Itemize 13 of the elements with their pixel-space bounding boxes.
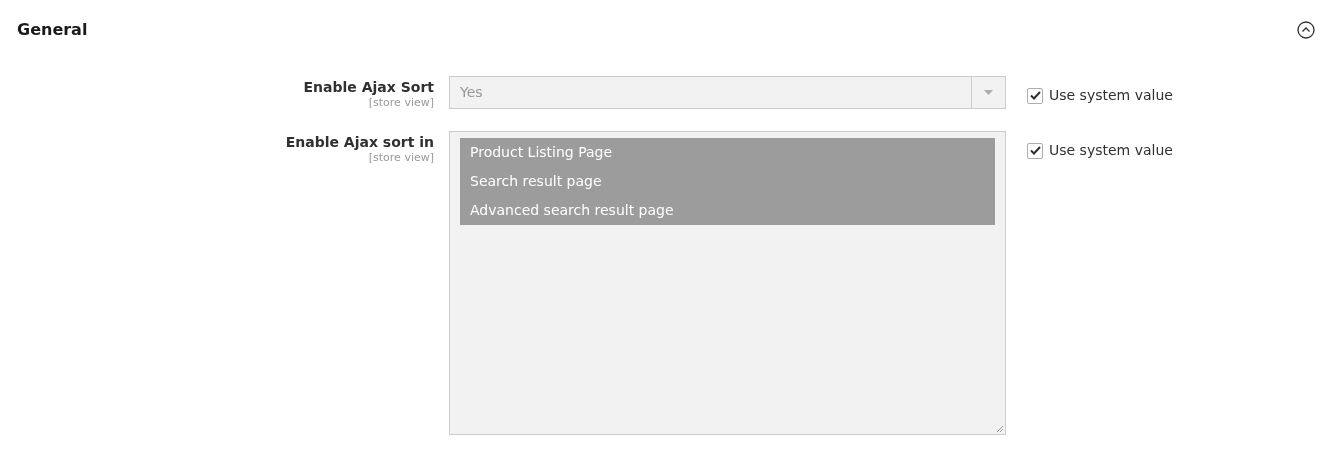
checkbox-label: Use system value [1049, 141, 1173, 160]
collapse-toggle[interactable] [1297, 21, 1315, 39]
caret-down-icon [984, 90, 993, 95]
field-label: Enable Ajax sort in [285, 133, 434, 151]
checkbox-label: Use system value [1049, 86, 1173, 105]
scope-label: [store view] [368, 151, 434, 164]
checkmark-icon [1029, 146, 1041, 155]
select-value: Yes [459, 83, 484, 102]
section-title: General [17, 19, 88, 41]
chevron-circle-icon [1297, 21, 1315, 39]
checkmark-icon [1029, 91, 1041, 100]
scope-label: [store view] [368, 96, 434, 109]
field-label: Enable Ajax Sort [303, 78, 434, 96]
